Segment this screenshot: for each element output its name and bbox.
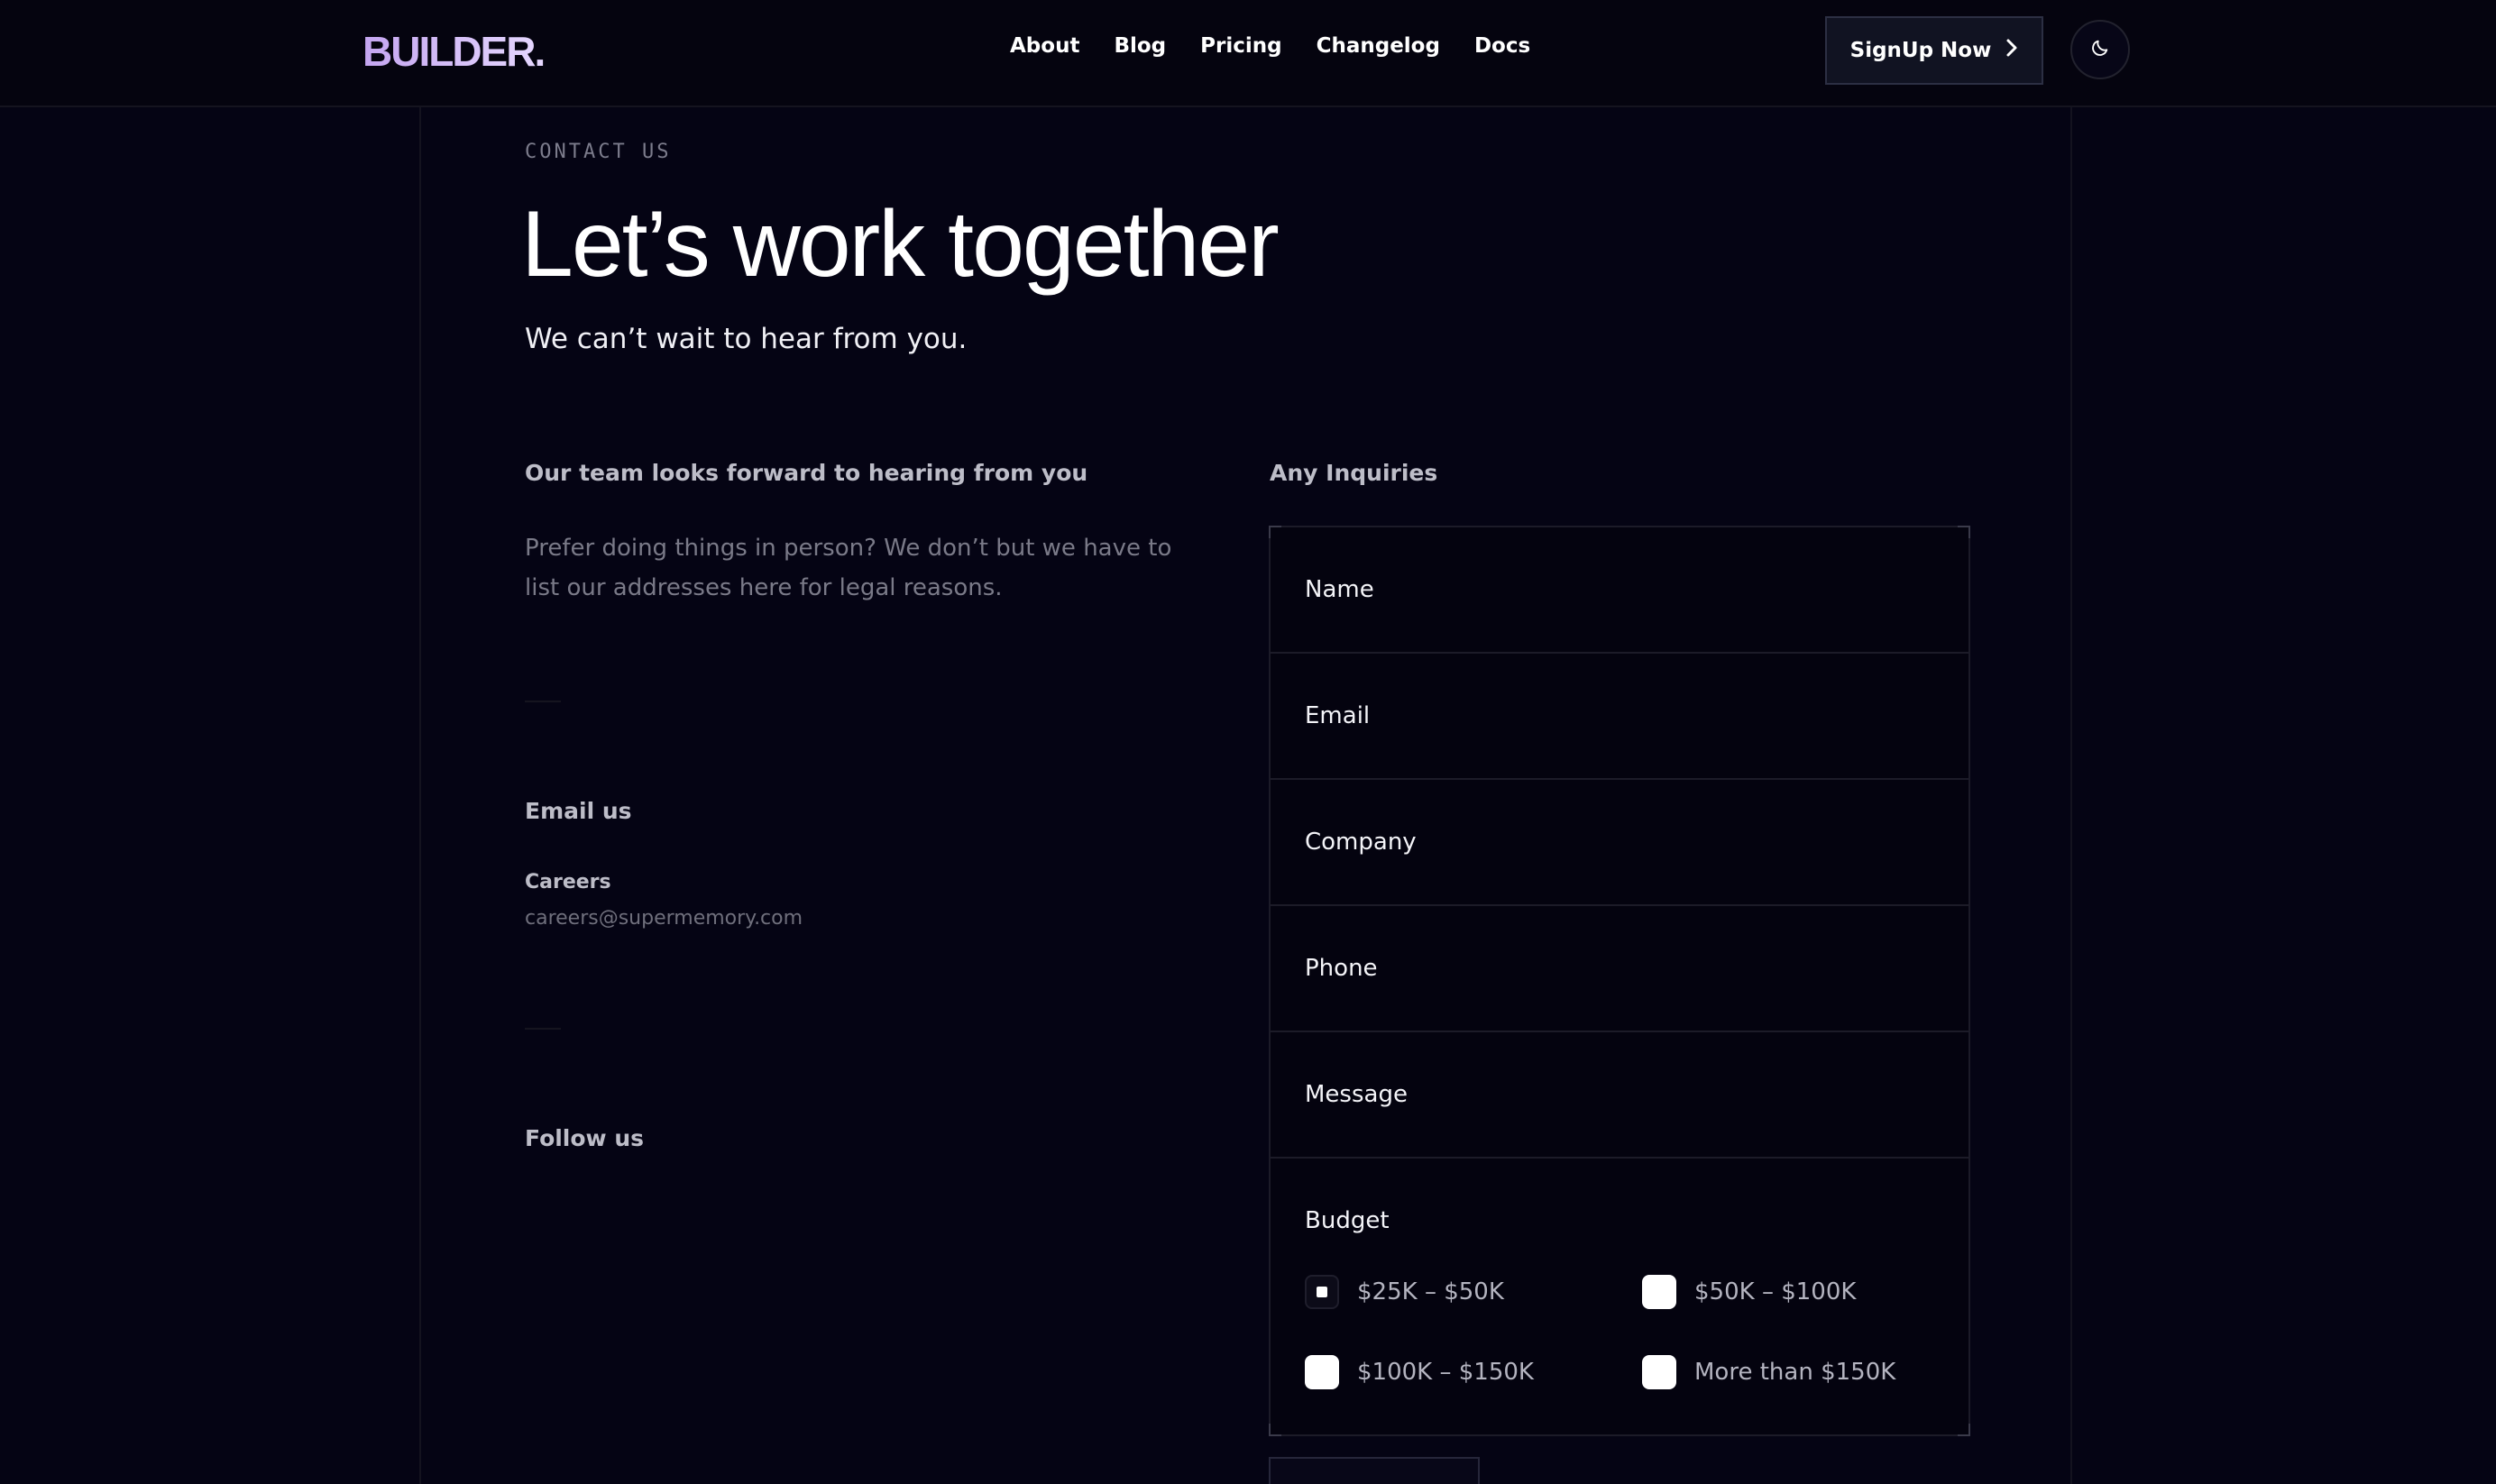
checkbox[interactable] [1642, 1275, 1676, 1309]
divider [525, 701, 561, 702]
contact-page: BUILDER. About Blog Pricing Changelog Do… [0, 0, 2496, 1484]
submit-button[interactable] [1269, 1457, 1480, 1484]
phone-field[interactable]: Phone [1271, 906, 1968, 1032]
email-heading: Email us [525, 798, 632, 824]
page-title: Let’s work together [521, 192, 1280, 297]
budget-option-100k-150k[interactable]: $100K – $150K [1305, 1355, 1534, 1389]
brand-logo[interactable]: BUILDER. [362, 27, 546, 76]
name-field[interactable]: Name [1271, 527, 1968, 654]
inquiry-form: Name Email Company Phone Message Budget … [1269, 526, 1970, 1436]
budget-label: Budget [1305, 1207, 1390, 1234]
budget-option-label: $25K – $50K [1357, 1278, 1504, 1305]
message-field[interactable]: Message [1271, 1032, 1968, 1159]
budget-option-more-150k[interactable]: More than $150K [1642, 1355, 1895, 1389]
budget-option-label: $50K – $100K [1694, 1278, 1857, 1305]
email-field[interactable]: Email [1271, 654, 1968, 780]
budget-option-label: $100K – $150K [1357, 1359, 1534, 1386]
follow-heading: Follow us [525, 1125, 645, 1151]
moon-icon [2090, 38, 2110, 61]
checkbox[interactable] [1642, 1355, 1676, 1389]
name-field-label: Name [1305, 576, 1374, 603]
main-nav: About Blog Pricing Changelog Docs [1010, 34, 1565, 58]
chevron-right-icon [2005, 37, 2018, 64]
company-field-label: Company [1305, 829, 1417, 856]
nav-link-about[interactable]: About [1010, 34, 1079, 58]
company-field[interactable]: Company [1271, 780, 1968, 906]
form-heading: Any Inquiries [1270, 460, 1438, 486]
budget-option-50k-100k[interactable]: $50K – $100K [1642, 1275, 1856, 1309]
frame-line-right [2070, 107, 2072, 1484]
budget-option-label: More than $150K [1694, 1359, 1896, 1386]
divider [525, 1028, 561, 1030]
nav-link-docs[interactable]: Docs [1474, 34, 1530, 58]
nav-link-changelog[interactable]: Changelog [1317, 34, 1440, 58]
top-navbar: BUILDER. About Blog Pricing Changelog Do… [0, 0, 2496, 107]
budget-option-25k-50k[interactable]: $25K – $50K [1305, 1275, 1504, 1309]
section-eyebrow: CONTACT US [525, 141, 672, 163]
theme-toggle-button[interactable] [2070, 20, 2130, 79]
nav-link-blog[interactable]: Blog [1114, 34, 1166, 58]
team-description: Prefer doing things in person? We don’t … [525, 535, 1172, 601]
signup-button-label: SignUp Now [1849, 39, 1992, 62]
frame-line-left [419, 107, 421, 1484]
page-subtitle: We can’t wait to hear from you. [525, 323, 968, 355]
signup-button[interactable]: SignUp Now [1825, 16, 2043, 85]
careers-email-link[interactable]: careers@supermemory.com [525, 907, 803, 930]
team-heading: Our team looks forward to hearing from y… [525, 460, 1088, 486]
nav-link-pricing[interactable]: Pricing [1200, 34, 1281, 58]
corner-marker [1269, 1424, 1281, 1436]
phone-field-label: Phone [1305, 955, 1378, 982]
checkbox-checked[interactable] [1305, 1275, 1339, 1309]
careers-label: Careers [525, 871, 611, 893]
check-mark-icon [1317, 1287, 1327, 1297]
corner-marker [1958, 1424, 1970, 1436]
checkbox[interactable] [1305, 1355, 1339, 1389]
message-field-label: Message [1305, 1081, 1408, 1108]
email-field-label: Email [1305, 702, 1371, 729]
